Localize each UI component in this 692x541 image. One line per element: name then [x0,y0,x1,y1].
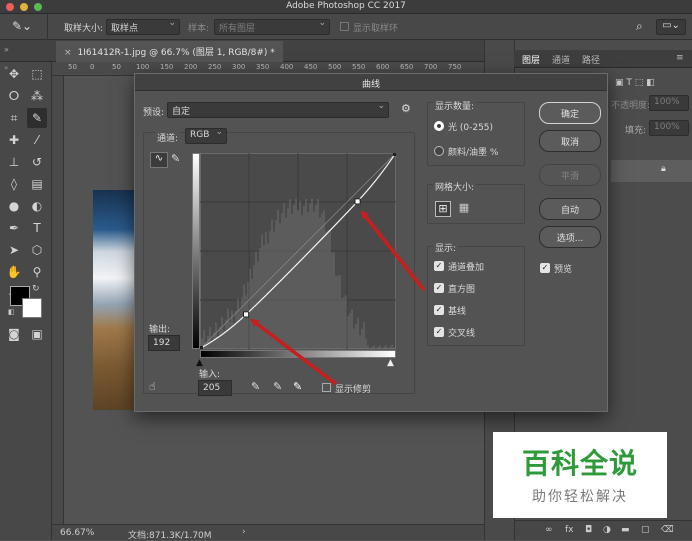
watermark-logo: 百科全说 助你轻松解决 [493,432,667,518]
annotation-arrow-lower [250,318,338,386]
watermark-title: 百科全说 [521,447,638,480]
watermark-subtitle: 助你轻松解决 [532,489,628,505]
annotation-arrow-upper [360,210,426,292]
